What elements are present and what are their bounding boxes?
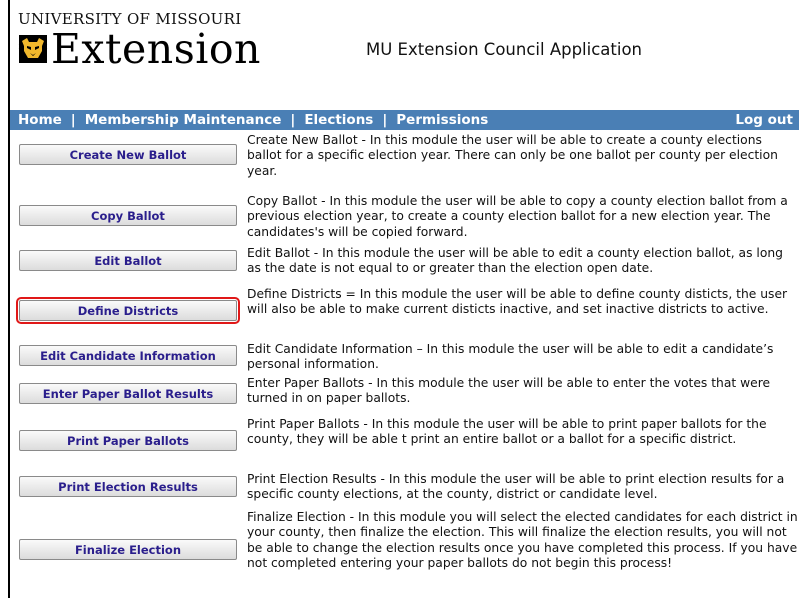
nav-separator: | — [70, 112, 76, 128]
nav-home-link[interactable]: Home — [18, 112, 62, 128]
finalize-election-button[interactable]: Finalize Election — [19, 539, 237, 560]
module-description: Create New Ballot - In this module the u… — [247, 133, 778, 178]
logout-link[interactable]: Log out — [735, 112, 793, 128]
create-new-ballot-button[interactable]: Create New Ballot — [19, 144, 237, 165]
module-description: Print Election Results - In this module … — [247, 472, 785, 502]
nav-permissions-link[interactable]: Permissions — [396, 112, 488, 128]
module-description: Print Paper Ballots - In this module the… — [247, 417, 767, 447]
mizzou-tiger-icon — [18, 35, 48, 63]
nav-elections-link[interactable]: Elections — [304, 112, 373, 128]
print-election-results-button[interactable]: Print Election Results — [19, 476, 237, 497]
module-description: Edit Candidate Information – In this mod… — [247, 342, 774, 372]
app-title: MU Extension Council Application — [366, 40, 643, 59]
copy-ballot-button[interactable]: Copy Ballot — [19, 205, 237, 226]
nav-separator: | — [290, 112, 296, 128]
module-description: Edit Ballot - In this module the user wi… — [247, 246, 783, 276]
edit-candidate-information-button[interactable]: Edit Candidate Information — [19, 345, 237, 366]
extension-wordmark: Extension — [51, 25, 261, 73]
module-description: Finalize Election - In this module you w… — [247, 510, 798, 570]
print-paper-ballots-button[interactable]: Print Paper Ballots — [19, 430, 237, 451]
nav-separator: | — [382, 112, 388, 128]
extension-logo[interactable]: Extension — [18, 26, 261, 72]
nav-bar: Home | Membership Maintenance | Election… — [10, 110, 799, 130]
enter-paper-ballot-results-button[interactable]: Enter Paper Ballot Results — [19, 383, 237, 404]
module-description: Enter Paper Ballots - In this module the… — [247, 376, 771, 406]
module-description: Define Districts = In this module the us… — [247, 287, 788, 317]
header: UNIVERSITY OF MISSOURI Extension MU Exte… — [10, 0, 799, 108]
module-description: Copy Ballot - In this module the user wi… — [247, 194, 788, 239]
nav-membership-link[interactable]: Membership Maintenance — [85, 112, 282, 128]
define-districts-button[interactable]: Define Districts — [16, 297, 240, 324]
edit-ballot-button[interactable]: Edit Ballot — [19, 250, 237, 271]
